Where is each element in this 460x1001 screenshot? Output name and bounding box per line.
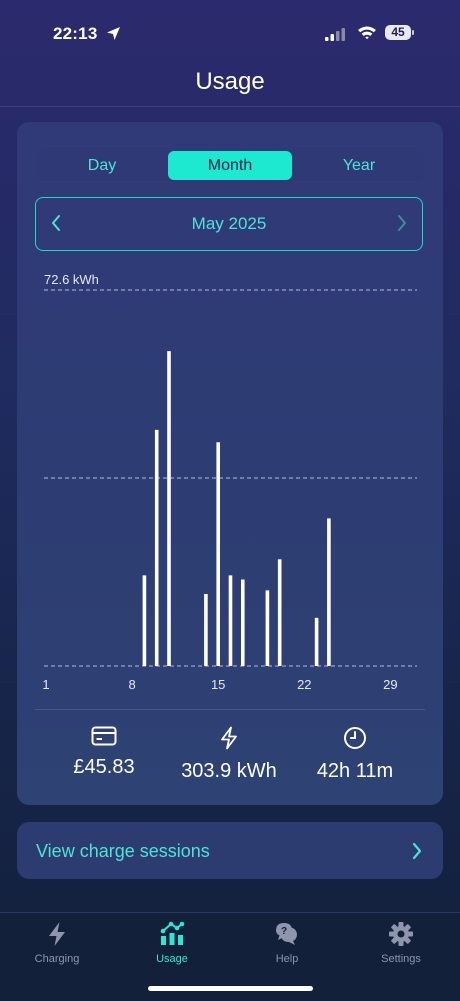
tab-month[interactable]: Month: [168, 151, 292, 180]
chart-bar: [327, 518, 331, 666]
stat-cost-value: £45.83: [73, 756, 135, 778]
chart-bar: [277, 559, 282, 666]
tab-usage-label: Usage: [156, 953, 188, 965]
usage-chart: 72.6 kWh 1 8 15 22 29: [17, 262, 443, 692]
chart-bar: [167, 351, 171, 666]
status-bar: 22:13 45: [0, 0, 460, 68]
chevron-right-icon: [411, 841, 423, 866]
chart-bar: [265, 590, 270, 666]
tab-day[interactable]: Day: [38, 151, 166, 180]
current-period-label: May 2025: [191, 214, 267, 233]
stat-energy-value: 303.9 kWh: [181, 760, 277, 782]
view-charge-sessions-button[interactable]: View charge sessions: [17, 822, 443, 879]
wifi-icon: [357, 25, 377, 45]
battery-tip: [412, 30, 414, 35]
svg-text:?: ?: [281, 926, 287, 937]
tab-charging[interactable]: Charging: [12, 921, 102, 965]
battery-indicator: 45: [385, 25, 415, 42]
x-tick-label: 1: [42, 677, 49, 692]
chart-bar: [154, 429, 159, 666]
cellular-signal-icon: [325, 28, 347, 46]
stat-energy: 303.9 kWh: [159, 726, 299, 783]
x-tick-label: 8: [128, 677, 135, 692]
divider: [35, 709, 425, 710]
stat-duration: 42h 11m: [285, 726, 425, 783]
lightning-icon: [221, 726, 237, 750]
help-chat-icon: ?: [276, 923, 297, 945]
date-navigator: May 2025: [35, 197, 423, 251]
x-tick-label: 22: [297, 677, 311, 692]
usage-card: Day Month Year May 2025 72.6 kWh 1 8 15 22 2…: [17, 122, 443, 805]
tab-help-label: Help: [275, 953, 299, 965]
gear-icon: [389, 922, 413, 946]
page-header: Usage: [0, 68, 460, 107]
tab-charging-label: Charging: [34, 953, 80, 965]
usage-bar-chart: 1 8 15 22 29: [42, 289, 417, 692]
chevron-right-icon: [398, 215, 406, 231]
view-charge-sessions-label: View charge sessions: [36, 841, 210, 861]
battery-level: 45: [385, 25, 411, 40]
chart-bar: [216, 442, 220, 666]
tab-settings-label: Settings: [381, 953, 421, 965]
next-month-button[interactable]: [396, 213, 408, 238]
period-selector: Day Month Year: [38, 149, 423, 182]
lightning-icon: [49, 922, 65, 946]
chart-max-label: 72.6 kWh: [44, 272, 99, 287]
usage-chart-icon: [160, 921, 185, 945]
chart-bar: [228, 575, 233, 666]
tab-help[interactable]: ? Help: [242, 921, 332, 965]
chart-bar: [314, 617, 319, 666]
status-time: 22:13: [53, 24, 98, 43]
card-icon: [91, 726, 117, 746]
chart-bar: [241, 579, 245, 666]
stat-cost: £45.83: [34, 726, 174, 779]
location-arrow-icon: [106, 26, 121, 46]
chart-bar: [142, 575, 147, 666]
tab-usage[interactable]: Usage: [127, 921, 217, 965]
tab-year[interactable]: Year: [295, 151, 423, 180]
chart-bar: [204, 594, 208, 666]
stat-duration-value: 42h 11m: [316, 760, 394, 782]
home-indicator: [148, 986, 313, 991]
x-tick-label: 29: [383, 677, 397, 692]
clock-icon: [344, 727, 366, 749]
page-title: Usage: [195, 68, 265, 95]
tab-settings[interactable]: Settings: [356, 921, 446, 965]
x-tick-label: 15: [211, 677, 225, 692]
